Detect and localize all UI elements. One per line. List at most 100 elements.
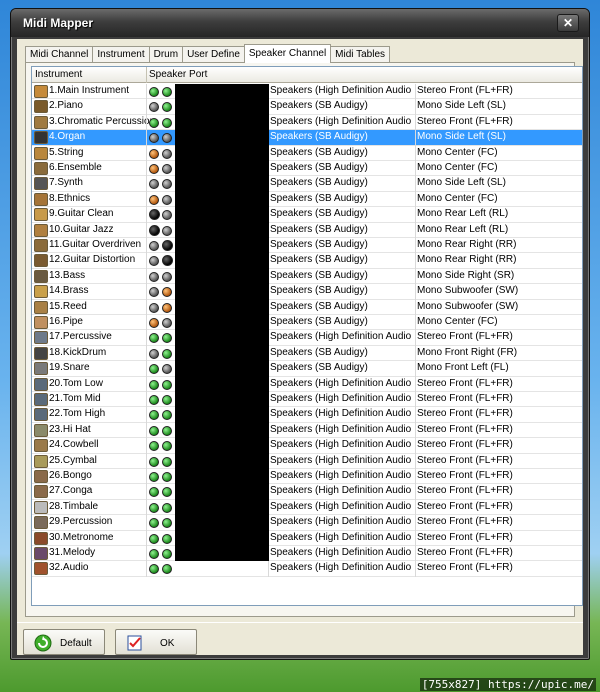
speaker-device[interactable]: Speakers (High Definition Audio Devic <box>270 424 414 435</box>
speaker-channel[interactable]: Stereo Front (FL+FR) <box>417 424 513 435</box>
speaker-device[interactable]: Speakers (High Definition Audio Devic <box>270 455 414 466</box>
table-row[interactable]: 3.Chromatic Percussion Speakers (High Def… <box>32 114 582 131</box>
left-speaker-indicator[interactable] <box>149 194 159 205</box>
speaker-channel[interactable]: Mono Subwoofer (SW) <box>417 301 518 312</box>
speaker-device[interactable]: Speakers (High Definition Audio Devic <box>270 485 414 496</box>
speaker-device[interactable]: Speakers (High Definition Audio Devic <box>270 393 414 404</box>
speaker-device[interactable]: Speakers (SB Audigy) <box>270 239 414 250</box>
left-speaker-indicator[interactable] <box>149 441 159 452</box>
left-speaker-indicator[interactable] <box>149 302 159 313</box>
right-speaker-indicator[interactable] <box>162 225 172 236</box>
table-row[interactable]: 28.Timbale Speakers (High Definition Audi… <box>32 499 582 516</box>
speaker-device[interactable]: Speakers (High Definition Audio Devic <box>270 501 414 512</box>
speaker-channel[interactable]: Mono Side Left (SL) <box>417 177 506 188</box>
left-speaker-indicator[interactable] <box>149 287 159 298</box>
speaker-device[interactable]: Speakers (High Definition Audio Devic <box>270 331 414 342</box>
speaker-channel[interactable]: Stereo Front (FL+FR) <box>417 547 513 558</box>
left-speaker-indicator[interactable] <box>149 410 159 421</box>
speaker-channel[interactable]: Stereo Front (FL+FR) <box>417 485 513 496</box>
right-speaker-indicator[interactable] <box>162 318 172 328</box>
right-speaker-indicator[interactable] <box>162 194 172 205</box>
speaker-device[interactable]: Speakers (SB Audigy) <box>270 347 414 358</box>
table-row[interactable]: 30.Metronome Speakers (High Definition Au… <box>32 530 582 546</box>
tab-speaker-channel[interactable]: Speaker Channel <box>243 44 332 63</box>
speaker-device[interactable]: Speakers (SB Audigy) <box>270 362 414 373</box>
left-speaker-indicator[interactable] <box>149 502 159 513</box>
speaker-channel[interactable]: Stereo Front (FL+FR) <box>417 393 513 404</box>
table-row[interactable]: 26.Bongo Speakers (High Definition Audio … <box>32 469 582 485</box>
tab-midi-tables[interactable]: Midi Tables <box>330 46 391 63</box>
left-speaker-indicator[interactable] <box>149 364 159 375</box>
right-speaker-indicator[interactable] <box>162 456 172 467</box>
speaker-device[interactable]: Speakers (High Definition Audio Devic <box>270 408 414 419</box>
speaker-device[interactable]: Speakers (High Definition Audio Devic <box>270 116 414 127</box>
speaker-channel[interactable]: Stereo Front (FL+FR) <box>417 116 513 127</box>
speaker-device[interactable]: Speakers (SB Audigy) <box>270 301 414 312</box>
table-row[interactable]: 25.Cymbal Speakers (High Definition Audio… <box>32 453 582 469</box>
speaker-channel[interactable]: Stereo Front (FL+FR) <box>417 562 513 573</box>
speaker-device[interactable]: Speakers (SB Audigy) <box>270 254 414 265</box>
speaker-channel[interactable]: Mono Center (FC) <box>417 193 498 204</box>
header-divider[interactable] <box>146 67 147 83</box>
speaker-channel[interactable]: Mono Side Left (SL) <box>417 100 506 111</box>
left-speaker-indicator[interactable] <box>149 348 159 359</box>
speaker-device[interactable]: Speakers (SB Audigy) <box>270 100 414 111</box>
speaker-device[interactable]: Speakers (High Definition Audio Devic <box>270 439 414 450</box>
speaker-device[interactable]: Speakers (SB Audigy) <box>270 131 414 142</box>
ok-button[interactable]: OK <box>115 629 197 655</box>
left-speaker-indicator[interactable] <box>149 379 159 390</box>
left-speaker-indicator[interactable] <box>149 209 160 221</box>
speaker-device[interactable]: Speakers (High Definition Audio Devic <box>270 516 414 527</box>
table-row[interactable]: 14.Brass Speakers (SB Audigy) Mono Subwoof… <box>32 284 582 300</box>
tab-user-define[interactable]: User Define <box>182 46 245 63</box>
right-speaker-indicator[interactable] <box>162 549 172 559</box>
tab-drum[interactable]: Drum <box>148 46 184 63</box>
table-row[interactable]: 11.Guitar Overdriven Speakers (SB Audigy)… <box>32 238 582 254</box>
table-row[interactable]: 19.Snare Speakers (SB Audigy) Mono Front L… <box>32 361 582 377</box>
right-speaker-indicator[interactable] <box>162 102 172 113</box>
table-row[interactable]: 4.Organ Speakers (SB Audigy) Mono Side Lef… <box>32 130 582 146</box>
right-speaker-indicator[interactable] <box>162 179 172 190</box>
left-speaker-indicator[interactable] <box>149 224 160 236</box>
table-row[interactable]: 29.Percussion Speakers (High Definition A… <box>32 515 582 531</box>
right-speaker-indicator[interactable] <box>162 379 172 390</box>
left-speaker-indicator[interactable] <box>149 564 159 575</box>
table-row[interactable]: 15.Reed Speakers (SB Audigy) Mono Subwoofe… <box>32 299 582 315</box>
right-speaker-indicator[interactable] <box>162 472 172 482</box>
speaker-device[interactable]: Speakers (High Definition Audio Devic <box>270 547 414 558</box>
table-row[interactable]: 12.Guitar Distortion Speakers (SB Audigy)… <box>32 253 582 269</box>
right-speaker-indicator[interactable] <box>162 271 172 282</box>
table-row[interactable]: 32.Audio Speakers (High Definition Audio … <box>32 561 582 577</box>
table-row[interactable]: 2.Piano Speakers (SB Audigy) Mono Side Lef… <box>32 99 582 115</box>
table-row[interactable]: 27.Conga Speakers (High Definition Audio … <box>32 484 582 500</box>
speaker-channel[interactable]: Mono Side Right (SR) <box>417 270 514 281</box>
left-speaker-indicator[interactable] <box>149 472 159 482</box>
right-speaker-indicator[interactable] <box>162 364 172 375</box>
right-speaker-indicator[interactable] <box>162 441 172 452</box>
table-row[interactable]: 8.Ethnics Speakers (SB Audigy) Mono Center… <box>32 191 582 208</box>
speaker-device[interactable]: Speakers (High Definition Audio Devic <box>270 470 414 481</box>
speaker-device[interactable]: Speakers (SB Audigy) <box>270 285 414 296</box>
right-speaker-indicator[interactable] <box>162 287 172 298</box>
right-speaker-indicator[interactable] <box>162 502 172 513</box>
left-speaker-indicator[interactable] <box>149 487 159 498</box>
left-speaker-indicator[interactable] <box>149 518 159 529</box>
left-speaker-indicator[interactable] <box>149 456 159 467</box>
speaker-channel[interactable]: Stereo Front (FL+FR) <box>417 439 513 450</box>
right-speaker-indicator[interactable] <box>162 240 173 251</box>
right-speaker-indicator[interactable] <box>162 487 172 498</box>
right-speaker-indicator[interactable] <box>162 210 172 221</box>
left-speaker-indicator[interactable] <box>149 395 159 405</box>
right-speaker-indicator[interactable] <box>162 302 172 313</box>
table-row[interactable]: 23.Hi Hat Speakers (High Definition Audio… <box>32 422 582 439</box>
left-speaker-indicator[interactable] <box>149 164 159 174</box>
table-row[interactable]: 10.Guitar Jazz Speakers (SB Audigy) Mono R… <box>32 222 582 238</box>
speaker-channel[interactable]: Stereo Front (FL+FR) <box>417 470 513 481</box>
speaker-channel[interactable]: Mono Rear Left (RL) <box>417 208 508 219</box>
table-row[interactable]: 20.Tom Low Speakers (High Definition Audi… <box>32 376 582 392</box>
speaker-device[interactable]: Speakers (SB Audigy) <box>270 270 414 281</box>
table-row[interactable]: 31.Melody Speakers (High Definition Audio… <box>32 546 582 562</box>
table-row[interactable]: 9.Guitar Clean Speakers (SB Audigy) Mono R… <box>32 207 582 223</box>
left-speaker-indicator[interactable] <box>149 425 159 436</box>
right-speaker-indicator[interactable] <box>162 518 172 529</box>
